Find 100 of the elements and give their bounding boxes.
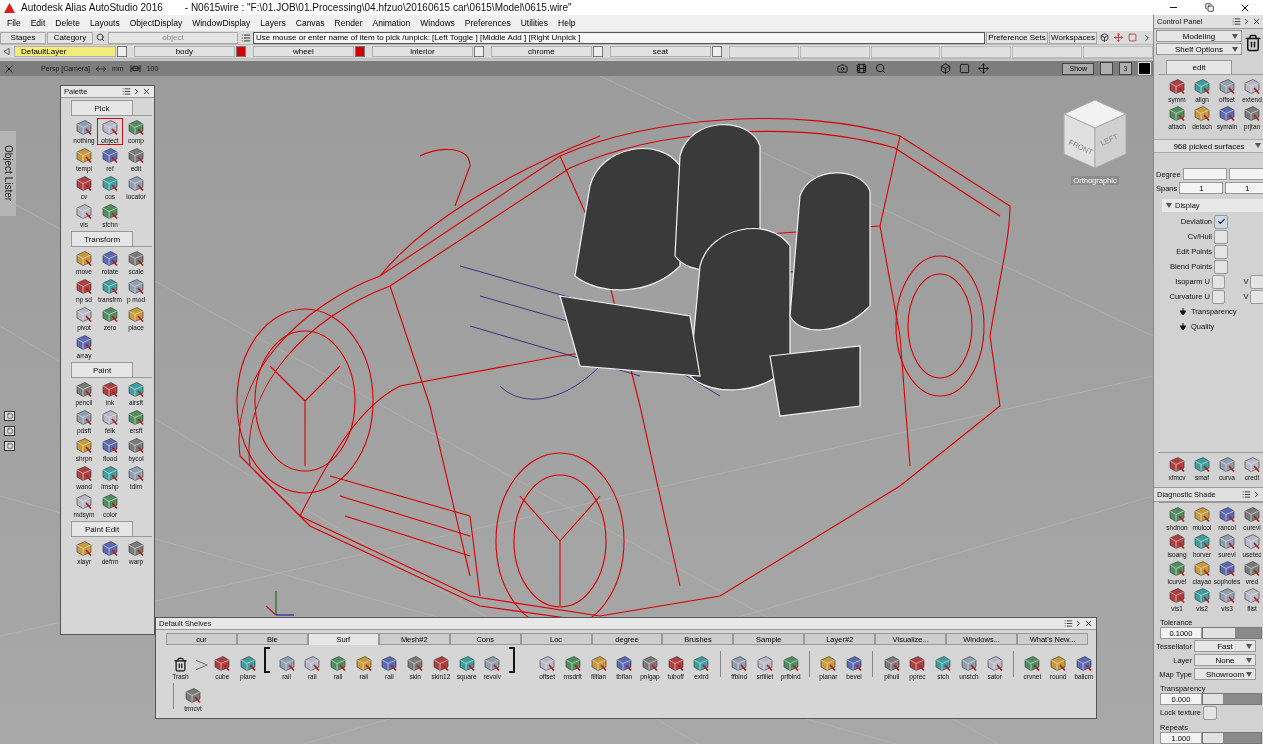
degree-field[interactable]	[1182, 168, 1227, 180]
expand-icon[interactable]	[132, 87, 141, 96]
menu-item[interactable]: Layouts	[84, 15, 125, 31]
menu-item[interactable]: Edit	[25, 15, 51, 31]
section-tab[interactable]: Paint	[71, 362, 133, 377]
panel-tab[interactable]: edit	[1166, 60, 1232, 74]
mode-dropdown[interactable]: Modeling	[1156, 30, 1242, 42]
move-icon[interactable]	[977, 62, 991, 75]
side-button[interactable]	[4, 426, 15, 436]
side-button[interactable]	[4, 441, 15, 451]
side-button[interactable]	[4, 411, 15, 421]
tool-icon	[1192, 105, 1212, 122]
menu-item[interactable]: Windows	[415, 15, 460, 31]
menu-icon[interactable]	[1242, 490, 1251, 499]
menu-item[interactable]: Animation	[367, 15, 416, 31]
layer-button[interactable]: interior	[371, 46, 473, 57]
shelf-options-dropdown[interactable]: Shelf Options	[1156, 43, 1242, 55]
close-icon[interactable]	[1084, 619, 1093, 628]
layer-color-swatch[interactable]	[593, 46, 603, 57]
tool-icon	[183, 687, 203, 704]
checkbox[interactable]	[1202, 705, 1217, 720]
layer-color-swatch[interactable]	[116, 46, 127, 57]
menu-item[interactable]: Delete	[50, 15, 85, 31]
layer-color-swatch[interactable]	[235, 46, 246, 57]
category-button[interactable]: Category	[47, 31, 93, 44]
double-arrow-icon	[96, 65, 107, 72]
tool-icon	[780, 655, 801, 672]
section-tab[interactable]: Transform	[71, 231, 133, 246]
dropdown[interactable]: Showroom	[1194, 668, 1256, 680]
checkbox[interactable]	[1211, 274, 1226, 289]
layer-color-swatch[interactable]	[712, 46, 722, 57]
tool-icon	[74, 203, 94, 220]
collapse-icon	[1166, 202, 1172, 209]
checkbox[interactable]	[1214, 259, 1228, 274]
side-tab[interactable]: Object Lister	[0, 131, 16, 216]
menu-icon[interactable]	[122, 87, 131, 96]
expand-icon[interactable]	[1242, 17, 1251, 26]
menu-item[interactable]: Canvas	[290, 15, 330, 31]
tool-icon	[238, 655, 258, 672]
menu-item[interactable]: Utilities	[515, 15, 554, 31]
frame-icon[interactable]	[958, 62, 972, 75]
picked-surfaces-bar[interactable]: 968 picked surfaces	[1154, 139, 1263, 153]
tool-icon	[126, 437, 146, 454]
layer-button[interactable]: seat	[609, 46, 711, 57]
layer-button[interactable]: wheel	[252, 46, 354, 57]
checkbox[interactable]	[1250, 274, 1263, 289]
menu-icon[interactable]	[1064, 619, 1073, 628]
checkbox[interactable]	[1214, 214, 1228, 229]
layer-color-swatch[interactable]	[473, 46, 484, 57]
expand-icon[interactable]	[1252, 490, 1261, 499]
zoom-icon[interactable]	[874, 62, 888, 75]
tool-icon	[100, 278, 120, 295]
checkbox[interactable]	[1211, 289, 1226, 304]
expand-icon[interactable]	[1074, 619, 1083, 628]
restore-icon	[1204, 3, 1214, 12]
layer-button[interactable]: chrome	[490, 46, 592, 57]
section-tab[interactable]: Paint Edit	[71, 521, 133, 536]
menu-item[interactable]: Preferences	[459, 15, 516, 31]
cube-icon[interactable]	[939, 62, 953, 75]
prompt-field[interactable]: Use mouse or enter name of item to pick /unpick: [Left Toggle ] [Middle Add ] [Right Unpick ]	[253, 31, 985, 44]
dropdown[interactable]: Fast	[1194, 640, 1256, 652]
toolbar-icon[interactable]	[1112, 31, 1125, 44]
dropdown[interactable]: None	[1194, 654, 1256, 666]
checkbox[interactable]	[1214, 229, 1228, 244]
check-icon	[1216, 217, 1226, 226]
trash-icon[interactable]	[1244, 33, 1262, 52]
layer-button[interactable]: body	[133, 46, 235, 57]
tool-icon	[1217, 560, 1237, 577]
tool-icon	[100, 306, 120, 323]
toolbar-icon[interactable]	[1098, 31, 1111, 44]
layer-button[interactable]: DefaultLayer	[13, 46, 116, 57]
list-icon[interactable]	[239, 31, 252, 44]
scroll-left-icon[interactable]	[3, 47, 10, 56]
close-icon[interactable]	[142, 87, 151, 96]
menu-item[interactable]: File	[2, 15, 26, 31]
film-icon[interactable]	[855, 62, 869, 75]
camera-icon[interactable]	[836, 62, 850, 75]
menu-item[interactable]: Render	[329, 15, 368, 31]
tool-icon	[1167, 587, 1187, 604]
layer-color-swatch[interactable]	[354, 46, 365, 57]
menu-item[interactable]: Layers	[255, 15, 291, 31]
stages-button[interactable]: Stages	[0, 31, 46, 44]
checkbox[interactable]	[1250, 289, 1263, 304]
checkbox[interactable]	[1214, 244, 1228, 259]
toolbar-button[interactable]: Preference Sets	[986, 31, 1048, 44]
tool-icon	[907, 655, 928, 672]
toolbar-button[interactable]: Workspaces	[1049, 31, 1097, 44]
tool-icon	[74, 250, 94, 267]
menu-item[interactable]: Help	[553, 15, 581, 31]
menu-item[interactable]: ObjectDisplay	[124, 15, 188, 31]
menu-icon[interactable]	[1232, 17, 1241, 26]
pick-icon[interactable]	[94, 31, 107, 44]
view-cube-drawing[interactable]	[1063, 99, 1127, 169]
layout-icon[interactable]	[1100, 62, 1113, 75]
menu-item[interactable]: WindowDisplay	[187, 15, 256, 31]
tool-icon	[1167, 560, 1187, 577]
degree-field[interactable]	[1228, 168, 1263, 180]
section-tab[interactable]: Pick	[71, 100, 133, 115]
tool-icon	[302, 655, 323, 672]
close-icon[interactable]	[1252, 17, 1261, 26]
